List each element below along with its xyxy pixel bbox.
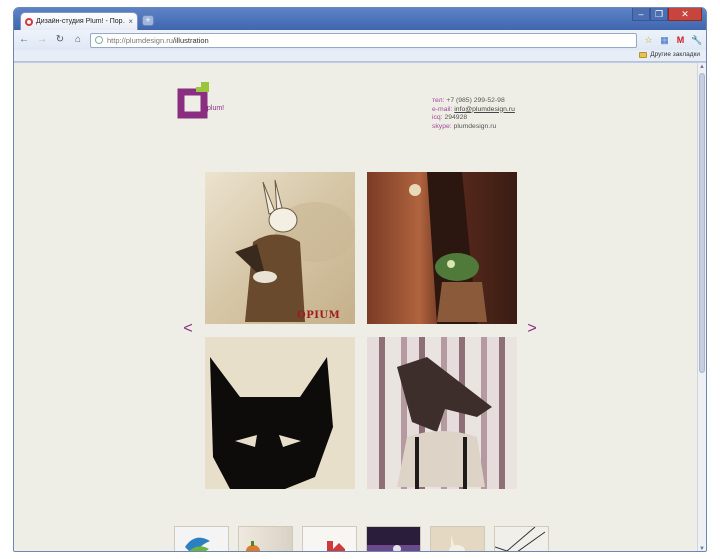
bookmarks-bar: Другие закладки	[14, 50, 706, 62]
url-path: /illustration	[172, 35, 209, 45]
home-button[interactable]: ⌂	[72, 34, 84, 46]
thumbnail[interactable]	[302, 526, 357, 551]
horse-mask-art	[397, 357, 492, 489]
minimize-button[interactable]: –	[632, 8, 650, 21]
contact-skype: skype: plumdesign.ru	[432, 122, 497, 130]
thumbnail-strip	[174, 526, 549, 551]
star-icon[interactable]: ☆	[643, 35, 654, 46]
toolbar-icons: ☆ ▦ M 🔧	[643, 35, 702, 46]
logo-text: plum!	[207, 105, 225, 112]
thumb-art-2	[246, 541, 260, 551]
opera-favicon-icon	[25, 17, 33, 26]
plum-logo[interactable]	[171, 81, 231, 127]
thumb-art-6	[495, 527, 546, 551]
rabbit-art	[235, 179, 355, 322]
url-text: http://plumdesign.ru/illustration	[107, 36, 209, 45]
maximize-button[interactable]: ❐	[650, 8, 668, 21]
thumbnail[interactable]	[494, 526, 549, 551]
contact-email: e-mail: info@plumdesign.ru	[432, 105, 515, 113]
scroll-thumb[interactable]	[699, 73, 705, 373]
wrench-icon[interactable]: 🔧	[691, 35, 702, 46]
thumbnail[interactable]	[366, 526, 421, 551]
folder-icon	[639, 51, 648, 58]
delicious-icon[interactable]: ▦	[659, 35, 670, 46]
thumbnail[interactable]	[174, 526, 229, 551]
contact-phone: тел: +7 (985) 299-52-98	[432, 97, 505, 104]
back-button[interactable]: ←	[18, 34, 30, 46]
black-dog-mask-illustration[interactable]	[205, 337, 355, 489]
gallery-next-button[interactable]: >	[526, 320, 538, 338]
address-bar[interactable]: http://plumdesign.ru/illustration	[90, 32, 637, 48]
reload-button[interactable]: ↻	[54, 34, 66, 46]
opium-caption: OPIUM	[297, 310, 341, 321]
forward-button[interactable]: →	[36, 34, 48, 46]
other-bookmarks-button[interactable]: Другие закладки	[639, 51, 700, 58]
browser-window: Дизайн-студия Plum! - Пор… × + – ❐ ✕ ← →…	[13, 7, 707, 552]
web-page: plum! тел: +7 (985) 299-52-98 e-mail: in…	[14, 63, 699, 551]
thumbnail[interactable]	[430, 526, 485, 551]
tab-active[interactable]: Дизайн-студия Plum! - Пор… ×	[20, 12, 138, 30]
dog-mask-art	[210, 357, 333, 489]
thumb-art-3	[327, 541, 345, 551]
scroll-down-icon[interactable]: ▼	[698, 545, 706, 551]
gmail-icon[interactable]: M	[675, 35, 686, 46]
globe-icon	[95, 36, 103, 44]
thumb-art-1	[185, 537, 210, 551]
navigation-toolbar: ← → ↻ ⌂ http://plumdesign.ru/illustratio…	[14, 30, 706, 50]
close-window-button[interactable]: ✕	[668, 8, 702, 21]
contact-icq: icq: 294928	[432, 114, 468, 121]
url-host: http://plumdesign.ru	[107, 35, 173, 45]
email-link[interactable]: info@plumdesign.ru	[454, 106, 515, 113]
tab-close-icon[interactable]: ×	[128, 17, 133, 26]
vertical-scrollbar[interactable]: ▲ ▼	[697, 63, 706, 551]
horse-mask-man-illustration[interactable]	[367, 337, 517, 489]
rabbit-illustration[interactable]: OPIUM	[205, 172, 355, 324]
curtain-art	[409, 172, 487, 324]
scroll-up-icon[interactable]: ▲	[698, 63, 706, 71]
tab-title: Дизайн-студия Plum! - Пор…	[36, 18, 126, 25]
gallery-prev-button[interactable]: <	[182, 320, 194, 338]
curtain-illustration[interactable]	[367, 172, 517, 324]
new-tab-button[interactable]: +	[142, 15, 154, 26]
contact-info: тел: +7 (985) 299-52-98 e-mail: info@plu…	[432, 97, 515, 131]
thumb-art-4	[367, 545, 420, 551]
tab-strip: Дизайн-студия Plum! - Пор… × + – ❐ ✕	[14, 8, 706, 30]
thumbnail[interactable]	[238, 526, 293, 551]
other-bookmarks-label: Другие закладки	[650, 51, 700, 58]
window-controls: – ❐ ✕	[632, 8, 702, 21]
thumb-art-5	[449, 535, 465, 551]
